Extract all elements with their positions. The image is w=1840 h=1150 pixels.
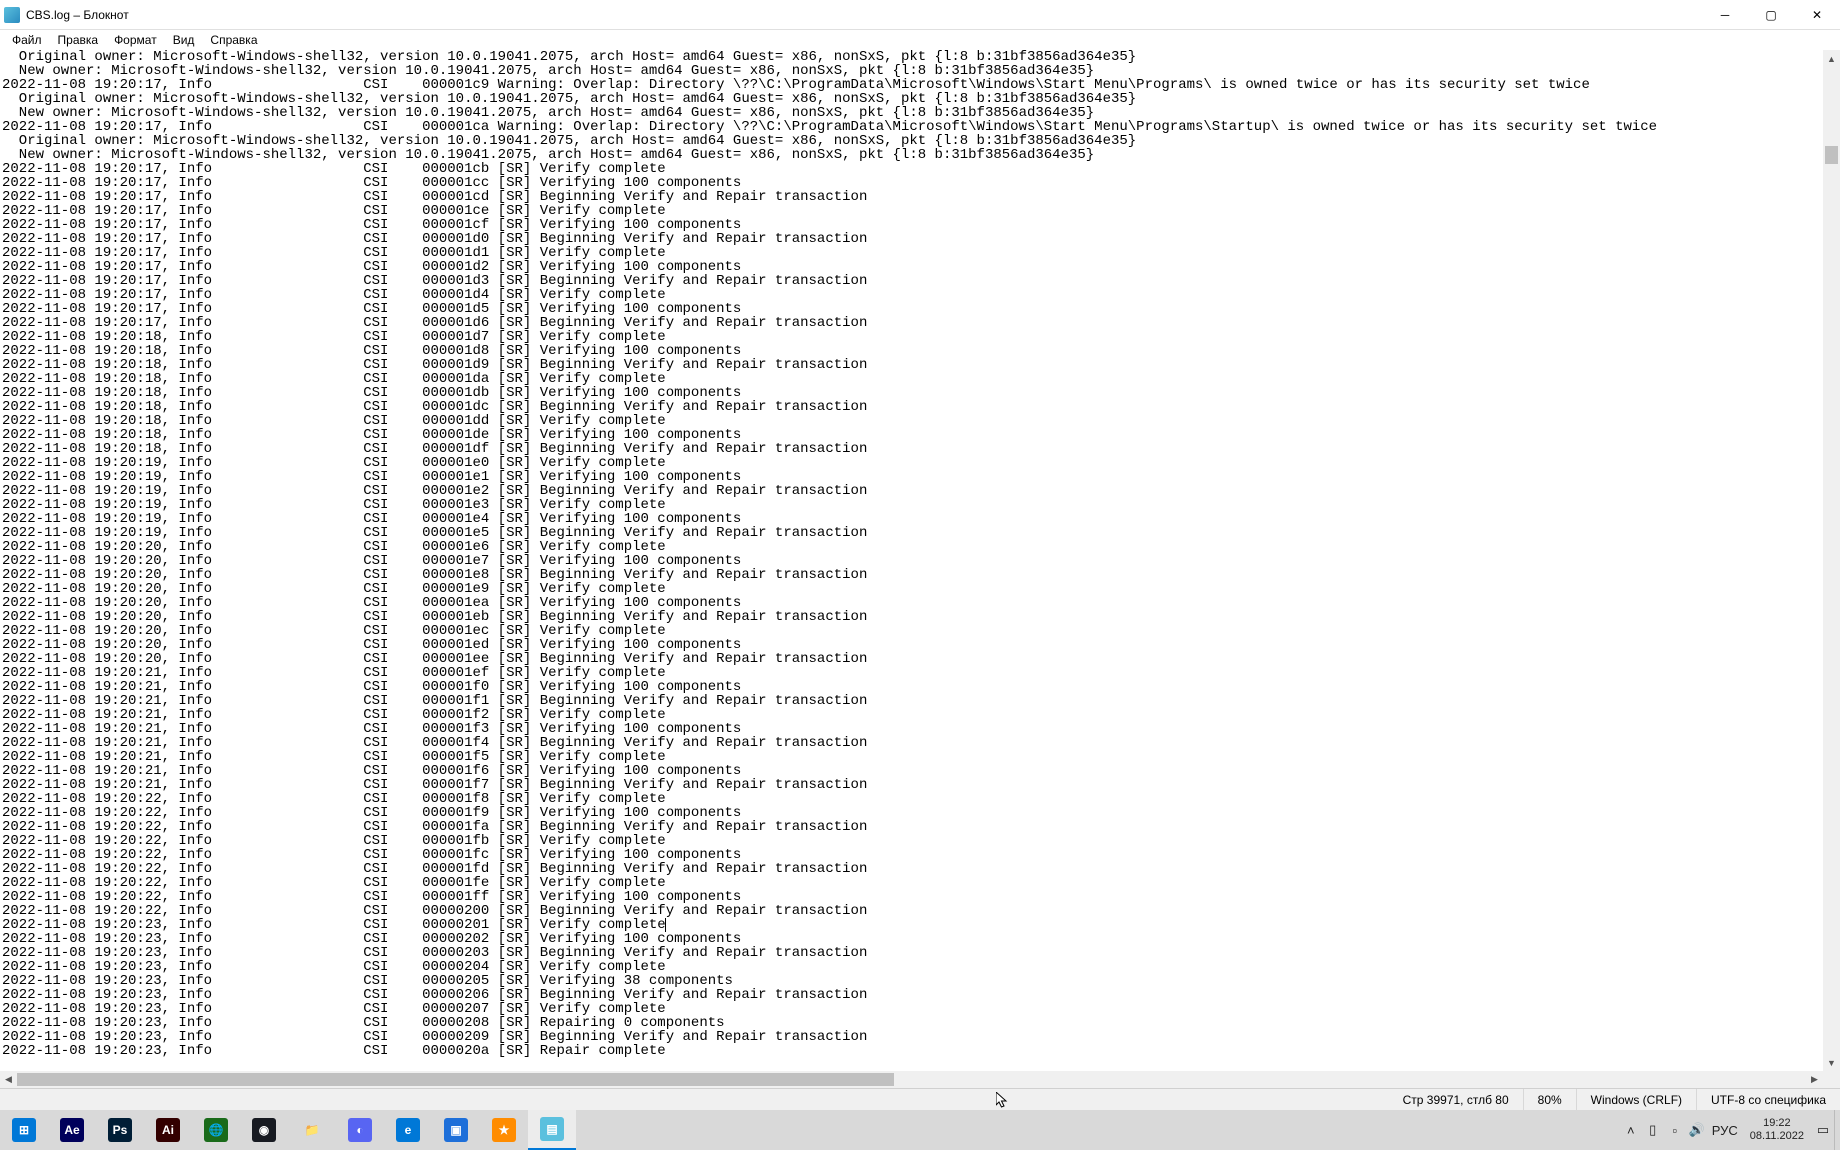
- tray-chevron-icon[interactable]: ˄: [1620, 1123, 1642, 1138]
- system-tray: ˄ ▯ ▫ 🔊 РУС 19:22 08.11.2022 ▭: [1620, 1110, 1840, 1150]
- status-encoding: UTF-8 со специфика: [1696, 1089, 1840, 1110]
- vscroll-thumb[interactable]: [1825, 146, 1838, 164]
- minimize-button[interactable]: ─: [1702, 0, 1748, 30]
- menu-edit[interactable]: Правка: [50, 31, 107, 49]
- taskbar-discord[interactable]: ◐: [336, 1110, 384, 1150]
- status-eol: Windows (CRLF): [1576, 1089, 1696, 1110]
- scroll-corner: [1823, 1071, 1840, 1088]
- tray-volume-icon[interactable]: 🔊: [1686, 1122, 1708, 1138]
- text-content[interactable]: Original owner: Microsoft-Windows-shell3…: [0, 50, 1823, 1071]
- scroll-left-icon[interactable]: ◀: [0, 1071, 17, 1088]
- taskbar: ⊞ Ae Ps Ai 🌐 ◉ 📁 ◐ e ▣ ★ ▤ ˄ ▯ ▫ 🔊 РУС 19:22 08.11.…: [0, 1110, 1840, 1150]
- tray-clock[interactable]: 19:22 08.11.2022: [1742, 1117, 1812, 1143]
- illustrator-icon: Ai: [156, 1118, 180, 1142]
- app-star-icon: ★: [492, 1118, 516, 1142]
- vscroll-track[interactable]: [1823, 67, 1840, 1054]
- taskbar-app-star[interactable]: ★: [480, 1110, 528, 1150]
- discord-icon: ◐: [348, 1118, 372, 1142]
- taskbar-illustrator[interactable]: Ai: [144, 1110, 192, 1150]
- status-position: Стр 39971, стлб 80: [1389, 1089, 1523, 1110]
- scroll-down-icon[interactable]: ▼: [1823, 1054, 1840, 1071]
- hscroll-track[interactable]: [17, 1071, 1806, 1088]
- menu-help[interactable]: Справка: [202, 31, 265, 49]
- after-effects-icon: Ae: [60, 1118, 84, 1142]
- tray-battery-icon[interactable]: ▯: [1642, 1122, 1664, 1138]
- taskbar-app-blue[interactable]: ▣: [432, 1110, 480, 1150]
- scroll-right-icon[interactable]: ▶: [1806, 1071, 1823, 1088]
- tray-network-icon[interactable]: ▫: [1664, 1123, 1686, 1138]
- close-button[interactable]: ✕: [1794, 0, 1840, 30]
- edge-icon: e: [396, 1118, 420, 1142]
- maximize-button[interactable]: ▢: [1748, 0, 1794, 30]
- start-icon: ⊞: [12, 1118, 36, 1142]
- menu-format[interactable]: Формат: [106, 31, 165, 49]
- steam-icon: ◉: [252, 1118, 276, 1142]
- taskbar-notepad[interactable]: ▤: [528, 1110, 576, 1150]
- window-title: CBS.log – Блокнот: [26, 8, 1702, 22]
- status-zoom: 80%: [1523, 1089, 1576, 1110]
- app-blue-icon: ▣: [444, 1118, 468, 1142]
- tray-notifications-icon[interactable]: ▭: [1812, 1122, 1834, 1138]
- notepad-icon: ▤: [540, 1117, 564, 1141]
- menu-file[interactable]: Файл: [4, 31, 50, 49]
- scroll-up-icon[interactable]: ▲: [1823, 50, 1840, 67]
- titlebar[interactable]: CBS.log – Блокнот ─ ▢ ✕: [0, 0, 1840, 30]
- statusbar: Стр 39971, стлб 80 80% Windows (CRLF) UT…: [0, 1088, 1840, 1110]
- taskbar-start[interactable]: ⊞: [0, 1110, 48, 1150]
- tray-language[interactable]: РУС: [1708, 1123, 1742, 1138]
- globe-app-icon: 🌐: [204, 1118, 228, 1142]
- hscroll-thumb[interactable]: [17, 1073, 894, 1086]
- file-explorer-icon: 📁: [300, 1118, 324, 1142]
- taskbar-steam[interactable]: ◉: [240, 1110, 288, 1150]
- tray-time: 19:22: [1750, 1117, 1804, 1130]
- show-desktop-button[interactable]: [1834, 1110, 1840, 1150]
- taskbar-globe-app[interactable]: 🌐: [192, 1110, 240, 1150]
- taskbar-edge[interactable]: e: [384, 1110, 432, 1150]
- taskbar-photoshop[interactable]: Ps: [96, 1110, 144, 1150]
- taskbar-after-effects[interactable]: Ae: [48, 1110, 96, 1150]
- horizontal-scrollbar[interactable]: ◀ ▶: [0, 1071, 1823, 1088]
- notepad-icon: [4, 7, 20, 23]
- photoshop-icon: Ps: [108, 1118, 132, 1142]
- menubar: Файл Правка Формат Вид Справка: [0, 30, 1840, 50]
- taskbar-file-explorer[interactable]: 📁: [288, 1110, 336, 1150]
- menu-view[interactable]: Вид: [165, 31, 203, 49]
- tray-date: 08.11.2022: [1750, 1130, 1804, 1143]
- vertical-scrollbar[interactable]: ▲ ▼: [1823, 50, 1840, 1071]
- editor-area: Original owner: Microsoft-Windows-shell3…: [0, 50, 1840, 1088]
